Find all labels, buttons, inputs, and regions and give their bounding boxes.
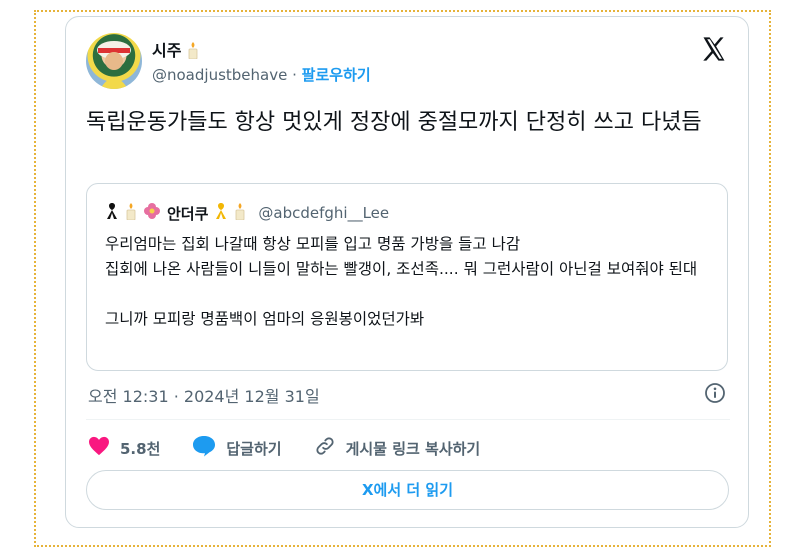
tweet-timestamp[interactable]: 오전 12:31 · 2024년 12월 31일 — [88, 383, 320, 407]
link-icon — [314, 435, 336, 461]
quote-text: 우리엄마는 집회 나갈때 항상 모피를 입고 명품 가방을 들고 나감 집회에 … — [105, 232, 715, 332]
quote-author-name[interactable]: 안더쿠 — [167, 203, 208, 224]
like-button[interactable]: 5.8천 — [88, 436, 160, 460]
yellow-ribbon-icon — [214, 202, 228, 224]
reply-label: 답글하기 — [226, 439, 282, 458]
black-ribbon-icon — [105, 202, 119, 224]
author-avatar[interactable] — [86, 33, 142, 89]
candle-icon — [125, 202, 137, 224]
like-count: 5.8천 — [120, 439, 161, 458]
divider — [86, 419, 730, 420]
tweet-card: 시주 @noadjustbehave · 팔로우하기 독립운동가들도 항상 멋있… — [65, 16, 749, 528]
quote-author-handle[interactable]: @abcdefghi__Lee — [258, 204, 389, 222]
flower-icon — [143, 202, 161, 224]
info-icon[interactable] — [704, 382, 726, 404]
reply-button[interactable]: 답글하기 — [192, 435, 282, 461]
candle-icon — [234, 202, 246, 224]
heart-icon — [88, 436, 110, 460]
copy-link-label: 게시물 링크 복사하기 — [345, 439, 481, 458]
quoted-tweet[interactable]: 안더쿠 @abcdefghi__Lee 우리엄마는 집회 나갈때 항상 모피를 … — [86, 183, 728, 371]
copy-link-button[interactable]: 게시물 링크 복사하기 — [314, 435, 481, 461]
handle-separator: · — [292, 66, 297, 84]
author-name-row[interactable]: 시주 — [152, 37, 199, 63]
x-logo-icon[interactable] — [700, 35, 728, 63]
tweet-text: 독립운동가들도 항상 멋있게 정장에 중절모까지 단정히 쓰고 다녔듬 — [86, 110, 702, 135]
candle-icon — [187, 41, 199, 63]
follow-button[interactable]: 팔로우하기 — [302, 66, 371, 84]
author-handle[interactable]: @noadjustbehave — [152, 66, 287, 84]
read-more-on-x-button[interactable]: X에서 더 읽기 — [86, 470, 729, 510]
quote-line: 그니까 모피랑 명품백이 엄마의 응원봉이었던가봐 — [105, 310, 425, 328]
quote-header: 안더쿠 @abcdefghi__Lee — [105, 202, 389, 224]
action-bar: 5.8천 답글하기 게시물 링크 복사하기 — [88, 435, 512, 461]
quote-line: 집회에 나온 사람들이 니들이 말하는 빨갱이, 조선족.... 뭐 그런사람이… — [105, 260, 698, 278]
quote-line: 우리엄마는 집회 나갈때 항상 모피를 입고 명품 가방을 들고 나감 — [105, 235, 521, 253]
author-handle-row: @noadjustbehave · 팔로우하기 — [152, 64, 371, 85]
author-name[interactable]: 시주 — [152, 41, 181, 60]
reply-bubble-icon — [192, 435, 216, 461]
